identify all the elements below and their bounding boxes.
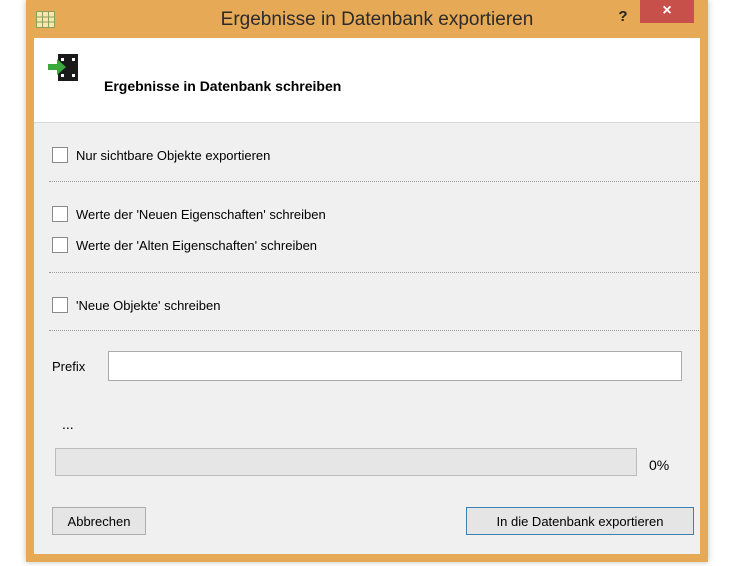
visible-only-option[interactable]: Nur sichtbare Objekte exportieren	[52, 145, 270, 165]
separator	[49, 330, 699, 331]
new-properties-option[interactable]: Werte der 'Neuen Eigenschaften' schreibe…	[52, 204, 326, 224]
prefix-label: Prefix	[52, 359, 86, 374]
new-objects-option[interactable]: 'Neue Objekte' schreiben	[52, 295, 220, 315]
export-progress-bar	[55, 448, 637, 476]
window-title: Ergebnisse in Datenbank exportieren	[220, 9, 534, 30]
old-properties-checkbox[interactable]	[52, 237, 68, 253]
cancel-button[interactable]: Abbrechen	[52, 507, 146, 535]
old-properties-label: Werte der 'Alten Eigenschaften' schreibe…	[76, 237, 318, 253]
close-button[interactable]: ×	[640, 0, 694, 23]
new-properties-label: Werte der 'Neuen Eigenschaften' schreibe…	[76, 206, 326, 222]
status-text: ...	[62, 416, 74, 432]
separator	[49, 272, 699, 273]
old-properties-option[interactable]: Werte der 'Alten Eigenschaften' schreibe…	[52, 235, 317, 255]
new-objects-label: 'Neue Objekte' schreiben	[76, 297, 221, 313]
export-button[interactable]: In die Datenbank exportieren	[466, 507, 694, 535]
new-objects-checkbox[interactable]	[52, 297, 68, 313]
header-panel: Ergebnisse in Datenbank schreiben	[34, 38, 700, 123]
prefix-input[interactable]	[108, 351, 682, 381]
help-button[interactable]: ?	[612, 7, 634, 27]
separator	[49, 181, 699, 182]
new-properties-checkbox[interactable]	[52, 206, 68, 222]
export-database-icon	[48, 54, 78, 81]
export-dialog: Ergebnisse in Datenbank exportieren ? × …	[26, 0, 708, 562]
options-panel: Nur sichtbare Objekte exportieren Werte …	[34, 123, 700, 554]
visible-only-checkbox[interactable]	[52, 147, 68, 163]
header-title: Ergebnisse in Datenbank schreiben	[104, 78, 342, 94]
title-bar[interactable]: Ergebnisse in Datenbank exportieren ? ×	[26, 0, 708, 38]
progress-percent: 0%	[649, 457, 670, 473]
visible-only-label: Nur sichtbare Objekte exportieren	[76, 147, 271, 163]
